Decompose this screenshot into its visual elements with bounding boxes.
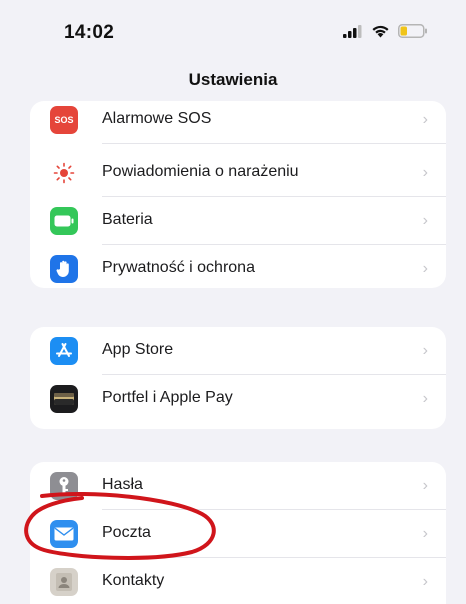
- chevron-right-icon: ›: [422, 164, 428, 181]
- chevron-right-icon: ›: [422, 525, 428, 542]
- hand-icon: [50, 255, 78, 283]
- battery-status-icon: [398, 24, 427, 38]
- settings-row-label: App Store: [102, 341, 174, 358]
- settings-row-privacy[interactable]: Prywatność i ochrona ›: [30, 245, 446, 288]
- chevron-right-icon: ›: [422, 573, 428, 590]
- settings-row-label: Bateria: [102, 211, 153, 228]
- status-time: 14:02: [64, 22, 115, 43]
- chevron-right-icon: ›: [422, 111, 428, 128]
- sos-icon-text: SOS: [54, 115, 74, 125]
- chevron-right-icon: ›: [422, 390, 428, 407]
- settings-row-emergency-sos[interactable]: SOS Alarmowe SOS ›: [30, 101, 446, 144]
- settings-row-wallet[interactable]: Portfel i Apple Pay ›: [30, 375, 446, 423]
- settings-row-label: Powiadomienia o narażeniu: [102, 163, 299, 180]
- mail-icon: [50, 520, 78, 548]
- wifi-icon: [372, 25, 389, 38]
- chevron-right-icon: ›: [422, 477, 428, 494]
- settings-row-battery[interactable]: Bateria ›: [30, 197, 446, 245]
- settings-row-contacts[interactable]: Kontakty ›: [30, 558, 446, 604]
- settings-row-mail[interactable]: Poczta ›: [30, 510, 446, 558]
- chevron-right-icon: ›: [422, 260, 428, 277]
- app-store-icon: [50, 337, 78, 365]
- battery-icon: [50, 207, 78, 235]
- wallet-icon: [50, 385, 78, 413]
- settings-row-exposure-notifications[interactable]: Powiadomienia o narażeniu ›: [30, 149, 446, 197]
- settings-row-label: Portfel i Apple Pay: [102, 389, 233, 406]
- settings-row-label: Alarmowe SOS: [102, 110, 212, 127]
- settings-row-label: Kontakty: [102, 572, 165, 589]
- settings-row-passwords[interactable]: Hasła ›: [30, 462, 446, 510]
- chevron-right-icon: ›: [422, 342, 428, 359]
- settings-row-app-store[interactable]: App Store ›: [30, 327, 446, 375]
- status-icons: [343, 24, 428, 38]
- settings-row-label: Hasła: [102, 476, 143, 493]
- sos-icon: SOS: [50, 106, 78, 134]
- settings-group-2: App Store › Portfel i Apple Pay ›: [30, 327, 446, 429]
- settings-row-label: Prywatność i ochrona: [102, 259, 255, 276]
- settings-group-1: SOS Alarmowe SOS › Powiadomienia o naraż…: [30, 101, 446, 288]
- key-icon: [50, 472, 78, 500]
- cellular-signal-icon: [343, 24, 362, 38]
- contacts-icon: [50, 568, 78, 596]
- exposure-notification-icon: [50, 159, 78, 187]
- settings-group-3: Hasła › Poczta › Kontakty ›: [30, 462, 446, 604]
- chevron-right-icon: ›: [422, 212, 428, 229]
- settings-row-label: Poczta: [102, 524, 151, 541]
- divider: [102, 143, 446, 144]
- page-title: Ustawienia: [188, 70, 278, 89]
- status-bar: 14:02: [0, 0, 466, 62]
